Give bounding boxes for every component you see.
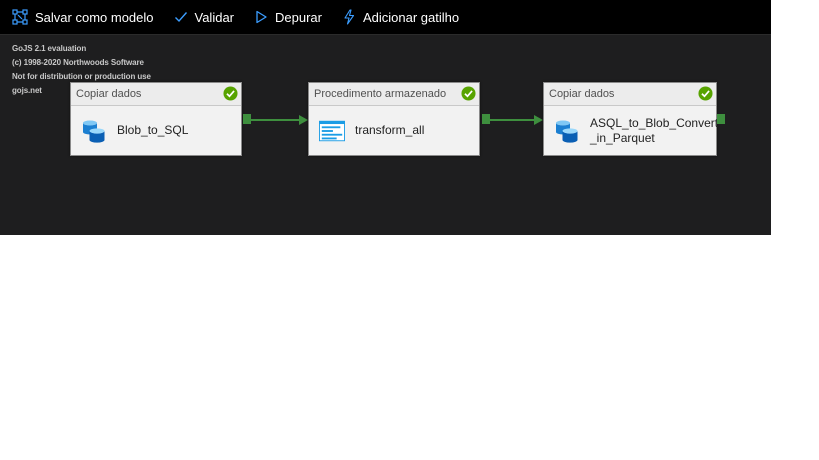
activity-node-copy-blob-to-sql[interactable]: Copiar dados Blob_to_SQL <box>70 82 242 156</box>
toolbar: Salvar como modelo Validar Depurar Adici… <box>0 0 771 35</box>
activity-type-header: Copiar dados <box>544 83 716 106</box>
database-icon <box>81 118 107 144</box>
database-icon <box>554 118 580 144</box>
success-check-icon <box>223 86 238 101</box>
watermark-line: GoJS 2.1 evaluation <box>12 44 87 53</box>
debug-button[interactable]: Depurar <box>242 0 330 34</box>
output-port[interactable] <box>717 114 725 124</box>
save-as-template-button[interactable]: Salvar como modelo <box>0 0 162 34</box>
activity-node-copy-sql-to-parquet[interactable]: Copiar dados ASQL_to_Blob_Convert _in_Pa… <box>543 82 718 156</box>
activity-body: Blob_to_SQL <box>71 106 241 155</box>
watermark-line: (c) 1998-2020 Northwoods Software <box>12 58 144 67</box>
success-check-icon <box>698 86 713 101</box>
stored-procedure-icon <box>319 118 345 144</box>
add-trigger-label: Adicionar gatilho <box>362 9 460 25</box>
activity-name: ASQL_to_Blob_Convert _in_Parquet <box>590 116 718 146</box>
activity-type-label: Copiar dados <box>76 88 142 100</box>
output-port[interactable] <box>482 114 490 124</box>
add-trigger-button[interactable]: Adicionar gatilho <box>330 0 467 34</box>
activity-type-label: Copiar dados <box>549 88 615 100</box>
activity-name-line1: ASQL_to_Blob_Convert <box>590 115 719 130</box>
pipeline-editor: Salvar como modelo Validar Depurar Adici… <box>0 0 771 235</box>
success-check-icon <box>461 86 476 101</box>
template-icon <box>12 9 28 25</box>
output-port[interactable] <box>243 114 251 124</box>
activity-name: Blob_to_SQL <box>117 123 189 137</box>
pipeline-canvas[interactable]: GoJS 2.1 evaluation (c) 1998-2020 Northw… <box>0 35 771 235</box>
save-as-template-label: Salvar como modelo <box>35 9 154 25</box>
activity-name-line2: _in_Parquet <box>590 130 655 145</box>
dependency-link[interactable] <box>251 119 302 121</box>
activity-type-header: Procedimento armazenado <box>309 83 479 106</box>
activity-name: transform_all <box>355 123 425 137</box>
activity-body: ASQL_to_Blob_Convert _in_Parquet <box>544 106 718 155</box>
validate-label: Validar <box>194 9 235 25</box>
dependency-link[interactable] <box>490 119 536 121</box>
checkmark-icon <box>174 12 187 23</box>
debug-label: Depurar <box>275 9 322 25</box>
activity-type-label: Procedimento armazenado <box>314 88 447 100</box>
activity-body: transform_all <box>309 106 479 155</box>
activity-node-stored-procedure[interactable]: Procedimento armazenado transform_all <box>308 82 480 156</box>
activity-type-header: Copiar dados <box>71 83 241 106</box>
lightning-icon <box>344 9 355 25</box>
validate-button[interactable]: Validar <box>162 0 243 34</box>
play-icon <box>256 10 267 24</box>
